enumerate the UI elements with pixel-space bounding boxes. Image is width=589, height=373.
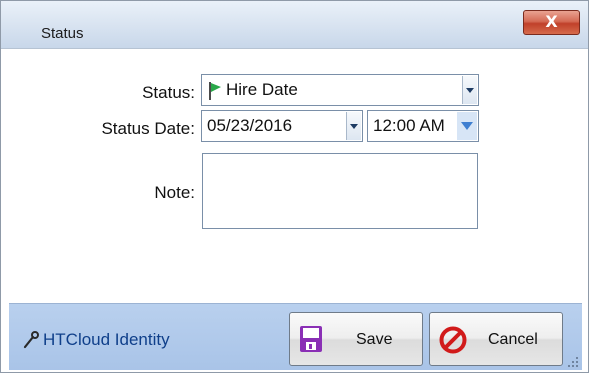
close-icon: X (545, 12, 558, 31)
time-dropdown-button[interactable] (457, 112, 477, 140)
time-value: 12:00 AM (373, 116, 445, 135)
status-date-label: Status Date: (101, 119, 195, 138)
status-label: Status: (142, 83, 195, 102)
status-value: Hire Date (226, 80, 298, 99)
dialog-title: Status (41, 25, 84, 42)
cancel-icon (438, 325, 468, 355)
resize-grip-icon[interactable] (567, 355, 579, 367)
status-dropdown-button[interactable] (462, 76, 477, 104)
note-label: Note: (154, 183, 195, 202)
date-value: 05/23/2016 (207, 116, 293, 135)
identity-label: HTCloud Identity (43, 330, 170, 349)
wrench-icon (23, 331, 39, 349)
flag-icon (208, 81, 222, 101)
close-button[interactable]: X (523, 10, 580, 35)
chevron-down-icon (466, 87, 474, 93)
cancel-button[interactable]: Cancel (429, 312, 563, 366)
date-dropdown-button[interactable] (346, 112, 361, 140)
title-bar: Status X (1, 1, 588, 49)
save-label: Save (356, 331, 393, 348)
form-area: Status: Hire Date Status Date: 05/23/201… (9, 56, 582, 303)
status-dialog: Status X Status: Hire Date Status Date: … (0, 0, 589, 373)
dialog-footer: HTCloud Identity Save Cancel (9, 303, 582, 370)
date-picker[interactable]: 05/23/2016 (201, 110, 363, 142)
time-picker[interactable]: 12:00 AM (367, 110, 479, 142)
cancel-label: Cancel (488, 331, 538, 348)
note-field[interactable] (202, 153, 478, 229)
status-combobox[interactable]: Hire Date (201, 74, 479, 106)
floppy-disk-icon (299, 325, 323, 353)
save-button[interactable]: Save (289, 312, 423, 366)
htcloud-identity-link[interactable]: HTCloud Identity (23, 330, 170, 350)
chevron-down-icon (350, 123, 358, 129)
chevron-down-icon (461, 122, 473, 130)
